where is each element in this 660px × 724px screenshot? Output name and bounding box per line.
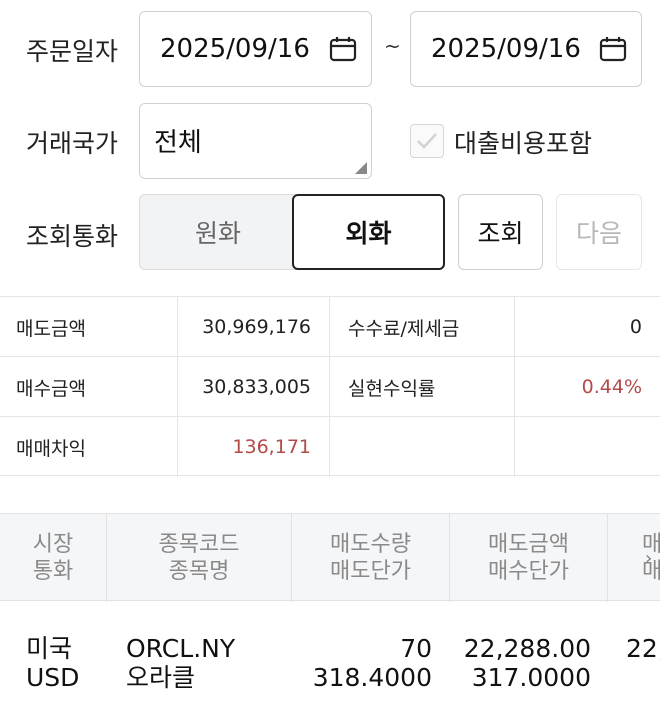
empty-cell — [329, 417, 514, 477]
summary-row: 매도금액 30,969,176 수수료/제세금 0 — [0, 296, 660, 357]
trade-profit-value: 136,171 — [177, 417, 329, 477]
summary-table: 매도금액 30,969,176 수수료/제세금 0 매수금액 30,833,00… — [0, 296, 660, 477]
empty-cell — [514, 417, 660, 477]
query-button[interactable]: 조회 — [458, 194, 543, 270]
country-label: 거래국가 — [26, 129, 119, 158]
sell-amount: 22,288.00 — [463, 634, 591, 663]
country-value: 전체 — [154, 128, 202, 158]
header-code-name[interactable]: 종목코드 종목명 — [107, 514, 292, 602]
header-line: 시장 — [32, 532, 74, 557]
grid-header: 시장 통화 종목코드 종목명 매도수량 매도단가 매도금액 매수단가 매 매 — [0, 513, 660, 602]
calendar-icon[interactable] — [329, 35, 357, 63]
market-currency-cell: 미국 USD — [26, 634, 79, 692]
sell-price: 318.4000 — [312, 663, 432, 692]
currency-won-tab[interactable]: 원화 — [139, 194, 296, 270]
market-value: 미국 — [26, 634, 73, 663]
header-sell-qty-price[interactable]: 매도수량 매도단가 — [292, 514, 450, 602]
start-date-field[interactable]: 2025/09/16 — [139, 11, 372, 87]
date-separator: ~ — [384, 34, 401, 58]
currency-value: USD — [26, 663, 80, 692]
header-market-currency[interactable]: 시장 통화 — [0, 514, 107, 602]
buy-price: 317.0000 — [471, 663, 591, 692]
summary-row: 매매차익 136,171 — [0, 416, 660, 477]
header-line: 매도금액 — [488, 532, 569, 557]
chevron-right-icon[interactable]: › — [645, 548, 652, 569]
header-line: 종목명 — [168, 559, 230, 584]
header-line: 매도단가 — [330, 559, 411, 584]
start-date-value: 2025/09/16 — [160, 34, 310, 64]
header-line: 매도수량 — [330, 532, 411, 557]
check-icon — [417, 133, 437, 149]
code-name-cell: ORCL.NY 오라클 — [126, 634, 235, 692]
currency-foreign-tab[interactable]: 외화 — [292, 194, 445, 270]
summary-row: 매수금액 30,833,005 실현수익률 0.44% — [0, 356, 660, 417]
buy-amount-value: 30,833,005 — [177, 357, 329, 417]
header-line: 통화 — [32, 559, 74, 584]
buy-amount-label: 매수금액 — [16, 377, 86, 400]
include-loan-cost-checkbox[interactable] — [410, 124, 444, 158]
table-row[interactable]: 미국 USD ORCL.NY 오라클 70 318.4000 22,288.00… — [0, 602, 660, 724]
header-sell-amount-buy-price[interactable]: 매도금액 매수단가 — [450, 514, 608, 602]
header-line: 매수단가 — [488, 559, 569, 584]
sell-amount-value: 30,969,176 — [177, 297, 329, 357]
realized-return-label: 실현수익률 — [329, 357, 514, 417]
next-column-cell: 22, — [626, 634, 660, 663]
next-button[interactable]: 다음 — [556, 194, 642, 270]
stock-name: 오라클 — [126, 663, 196, 692]
header-line: 종목코드 — [158, 532, 240, 557]
end-date-field[interactable]: 2025/09/16 — [410, 11, 642, 87]
fee-tax-value: 0 — [514, 297, 660, 357]
sell-amount-buy-price-cell: 22,288.00 317.0000 — [450, 634, 591, 692]
end-date-value: 2025/09/16 — [431, 34, 581, 64]
sell-amount-label: 매도금액 — [16, 317, 86, 340]
next-col-value: 22, — [626, 634, 660, 663]
calendar-icon[interactable] — [599, 35, 627, 63]
include-loan-cost-label: 대출비용포함 — [454, 129, 593, 158]
resize-corner-icon — [355, 162, 367, 174]
trade-profit-label: 매매차익 — [16, 437, 86, 460]
currency-label: 조회통화 — [26, 222, 119, 251]
order-date-label: 주문일자 — [26, 37, 119, 66]
country-select[interactable]: 전체 — [139, 103, 372, 179]
sell-qty-price-cell: 70 318.4000 — [296, 634, 432, 692]
stock-code: ORCL.NY — [126, 634, 236, 663]
fee-tax-label: 수수료/제세금 — [329, 297, 514, 357]
realized-return-value: 0.44% — [514, 357, 660, 417]
sell-qty: 70 — [400, 634, 432, 663]
